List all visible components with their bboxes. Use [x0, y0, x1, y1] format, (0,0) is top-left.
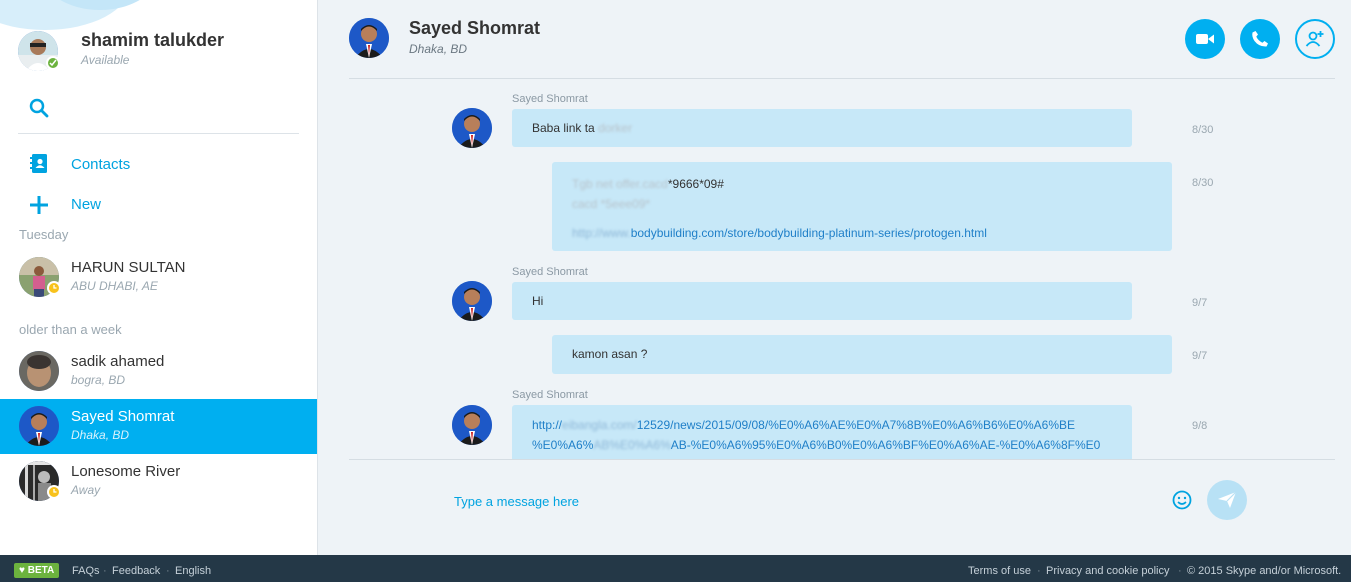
video-call-button[interactable] [1185, 19, 1225, 59]
video-camera-icon [1196, 34, 1214, 44]
divider [18, 133, 299, 134]
message-time: 8/30 [1192, 124, 1214, 136]
add-participant-button[interactable] [1295, 19, 1335, 59]
message-list[interactable]: Sayed Shomrat Baba link ta dorker 8/30 T… [319, 80, 1351, 459]
audio-call-button[interactable] [1240, 19, 1280, 59]
message-text-redacted: Tgb net offer.cacd [572, 177, 668, 191]
separator: · [1037, 565, 1041, 577]
terms-link[interactable]: Terms of use [968, 565, 1031, 577]
conversation-avatar[interactable] [349, 18, 389, 58]
link-redacted: eibangla.com/ [562, 418, 637, 432]
plus-icon [30, 196, 48, 214]
composer-divider [349, 459, 1335, 460]
contact-sadik-ahamed[interactable]: sadik ahamed bogra, BD [0, 344, 317, 399]
faqs-link[interactable]: FAQs [72, 565, 100, 577]
privacy-link[interactable]: Privacy and cookie policy [1046, 565, 1170, 577]
sender-avatar[interactable] [452, 405, 492, 445]
message-text: Hi [532, 294, 544, 308]
conversation-title[interactable]: Sayed Shomrat [409, 18, 540, 39]
message-sender: Sayed Shomrat [512, 389, 588, 401]
contact-lonesome-river[interactable]: Lonesome River Away [0, 454, 317, 509]
nav-new[interactable]: New [28, 193, 288, 217]
message-link[interactable]: http://eibangla.com/12529/news/2015/09/0… [532, 418, 1075, 432]
link-text: %E0%A6% [532, 438, 594, 452]
link-text: bodybuilding.com/store/bodybuilding-plat… [630, 226, 987, 240]
contact-location: ABU DHABI, AE [71, 279, 158, 293]
message-link[interactable]: %E0%A6%AB%E0%A6%AB-%E0%A6%95%E0%A6%B0%E0… [532, 438, 1100, 452]
message-text-redacted: dorker [598, 121, 633, 135]
my-profile[interactable]: shamim talukder Available [18, 28, 308, 76]
nav-contacts[interactable]: Contacts [28, 153, 288, 177]
message-text-visible: Baba link ta [532, 121, 595, 135]
link-text: 12529/news/2015/09/08/%E0%A6%AE%E0%A7%8B… [636, 418, 1076, 432]
send-button[interactable] [1207, 480, 1247, 520]
nav-contacts-label: Contacts [71, 156, 131, 173]
my-name: shamim talukder [81, 30, 225, 50]
message-bubble[interactable]: Hi [512, 282, 1132, 320]
link-text: AB-%E0%A6%95%E0%A6%B0%E0%A6%BF%E0%A6%AE-… [670, 438, 1101, 452]
phone-icon [1252, 31, 1268, 47]
beta-label: BETA [27, 565, 55, 576]
message-text: Baba link ta dorker [532, 121, 632, 135]
message-bubble[interactable]: Tgb net offer.cacd*9666*09# cacd *5eee09… [552, 162, 1172, 251]
footer: ♥ BETA FAQs · Feedback · English Terms o… [0, 555, 1351, 582]
link-redacted: http://www. [572, 226, 631, 240]
conversation-location: Dhaka, BD [409, 42, 468, 56]
contact-location: Away [71, 483, 101, 497]
message-input[interactable]: Type a message here [454, 494, 579, 509]
message-sender: Sayed Shomrat [512, 93, 588, 105]
nav-new-label: New [71, 196, 102, 213]
contact-location: Dhaka, BD [71, 428, 130, 442]
message-time: 9/7 [1192, 297, 1208, 309]
contact-name: Sayed Shomrat [71, 408, 175, 425]
separator: · [166, 565, 170, 577]
conversation-pane: Sayed Shomrat Dhaka, BD Sayed Shomrat Ba… [319, 0, 1351, 555]
contact-name: sadik ahamed [71, 353, 165, 370]
away-status-icon [47, 485, 61, 499]
contact-sayed-shomrat[interactable]: Sayed Shomrat Dhaka, BD [0, 399, 317, 454]
message-text-redacted: cacd *5eee09* [572, 197, 651, 211]
message-bubble[interactable]: http://eibangla.com/12529/news/2015/09/0… [512, 405, 1132, 459]
separator: · [1178, 565, 1182, 577]
avatar [19, 351, 59, 391]
sender-avatar[interactable] [452, 108, 492, 148]
message-line: cacd *5eee09* [572, 197, 650, 211]
message-time: 8/30 [1192, 177, 1214, 189]
separator: · [103, 565, 107, 577]
sender-avatar[interactable] [452, 281, 492, 321]
add-person-icon [1305, 31, 1324, 47]
smiley-icon [1172, 490, 1192, 510]
away-status-icon [47, 281, 61, 295]
message-bubble[interactable]: Baba link ta dorker [512, 109, 1132, 147]
avatar [19, 406, 59, 446]
copyright-text: © 2015 Skype and/or Microsoft. [1187, 565, 1342, 577]
language-link[interactable]: English [175, 565, 211, 577]
message-text: kamon asan ? [572, 347, 648, 361]
message-bubble[interactable]: kamon asan ? [552, 335, 1172, 374]
emoticon-button[interactable] [1171, 489, 1193, 511]
sidebar: shamim talukder Available Contacts New T… [0, 0, 318, 555]
link-redacted: AB%E0%A6% [593, 438, 671, 452]
my-status[interactable]: Available [81, 53, 129, 67]
search-icon[interactable] [28, 97, 50, 119]
message-time: 9/8 [1192, 420, 1208, 432]
feedback-link[interactable]: Feedback [112, 565, 160, 577]
message-link[interactable]: http://www.bodybuilding.com/store/bodybu… [572, 226, 987, 240]
send-icon [1218, 491, 1237, 508]
contact-name: HARUN SULTAN [71, 259, 186, 276]
header-divider [349, 78, 1335, 79]
online-status-icon [46, 56, 60, 70]
message-time: 9/7 [1192, 350, 1208, 362]
message-text-visible: *9666*09# [667, 177, 724, 191]
link-text: http:// [532, 418, 563, 432]
message-sender: Sayed Shomrat [512, 266, 588, 278]
contact-location: bogra, BD [71, 373, 126, 387]
group-label-tuesday: Tuesday [19, 227, 69, 242]
message-line: Tgb net offer.cacd*9666*09# [572, 177, 724, 191]
contact-harun-sultan[interactable]: HARUN SULTAN ABU DHABI, AE [0, 250, 317, 305]
group-label-older: older than a week [19, 322, 122, 337]
contacts-icon [30, 154, 47, 173]
contact-name: Lonesome River [71, 463, 181, 480]
beta-badge: ♥ BETA [14, 563, 60, 578]
